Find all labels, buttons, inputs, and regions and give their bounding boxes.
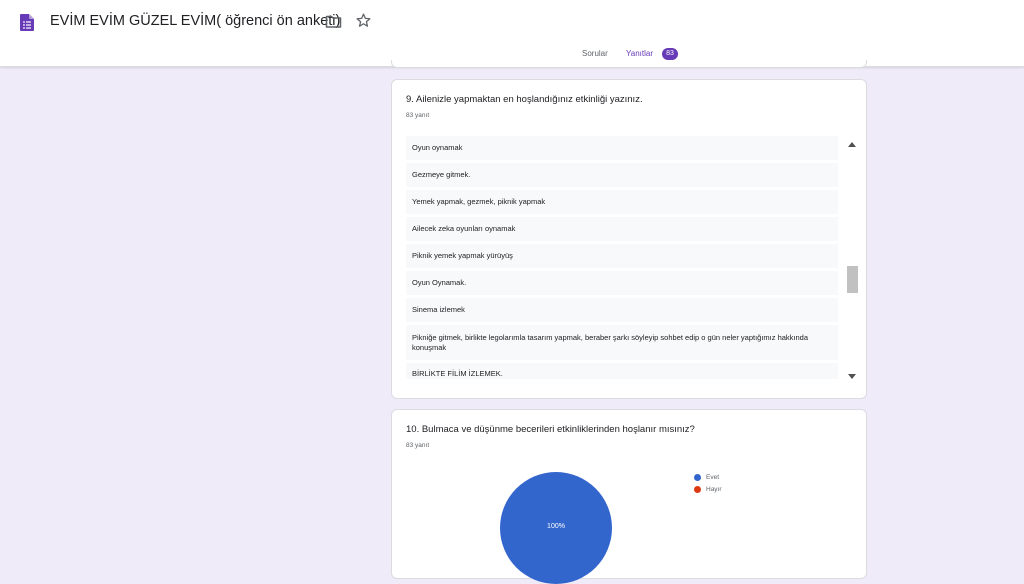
- list-item: Sinema izlemek: [406, 298, 838, 322]
- list-item: Piknik yemek yapmak yürüyüş: [406, 244, 838, 268]
- legend-item-hayir: Hayır: [694, 483, 722, 495]
- scroll-up-arrow-icon[interactable]: [848, 142, 856, 147]
- question-title: 10. Bulmaca ve düşünme becerileri etkinl…: [406, 424, 695, 435]
- forms-icon[interactable]: [20, 14, 34, 31]
- list-item: Ailecek zeka oyunları oynamak: [406, 217, 838, 241]
- top-bar: EVİM EVİM GÜZEL EVİM( öğrenci ön anketi)…: [0, 0, 1024, 67]
- question-card-9: 9. Ailenizle yapmaktan en hoşlandığınız …: [391, 79, 867, 399]
- list-item: Gezmeye gitmek.: [406, 163, 838, 187]
- legend-label: Evet: [706, 473, 720, 481]
- legend-item-evet: Evet: [694, 471, 722, 483]
- pie-slice-label: 100%: [547, 523, 565, 530]
- scroll-thumb[interactable]: [847, 266, 858, 293]
- response-count: 83 yanıt: [406, 442, 430, 449]
- chart-legend: Evet Hayır: [694, 471, 722, 495]
- response-count: 83 yanıt: [406, 112, 430, 119]
- list-item: Yemek yapmak, gezmek, piknik yapmak: [406, 190, 838, 214]
- star-icon[interactable]: [355, 12, 372, 29]
- legend-dot: [694, 473, 701, 481]
- list-item: Oyun Oynamak.: [406, 271, 838, 295]
- list-item: BİRLİKTE FİLİM İZLEMEK.: [406, 363, 838, 379]
- scroll-down-arrow-icon[interactable]: [848, 374, 856, 379]
- response-count-badge: 83: [662, 48, 678, 60]
- answer-list[interactable]: Oyun oynamak Gezmeye gitmek. Yemek yapma…: [406, 136, 838, 386]
- document-title[interactable]: EVİM EVİM GÜZEL EVİM( öğrenci ön anketi): [50, 13, 340, 29]
- tab-questions[interactable]: Sorular: [582, 49, 608, 58]
- legend-dot: [694, 485, 701, 493]
- question-card-10: 10. Bulmaca ve düşünme becerileri etkinl…: [391, 409, 867, 584]
- list-item: Oyun oynamak: [406, 136, 838, 160]
- tab-responses[interactable]: Yanıtlar: [626, 49, 653, 58]
- list-item: Pikniğe gitmek, birlikte legolarımla tas…: [406, 325, 838, 360]
- legend-label: Hayır: [706, 485, 722, 493]
- previous-question-card: [391, 60, 867, 68]
- answer-list-scrollbar[interactable]: [846, 136, 859, 386]
- question-title: 9. Ailenizle yapmaktan en hoşlandığınız …: [406, 94, 643, 105]
- folder-icon[interactable]: [325, 14, 342, 29]
